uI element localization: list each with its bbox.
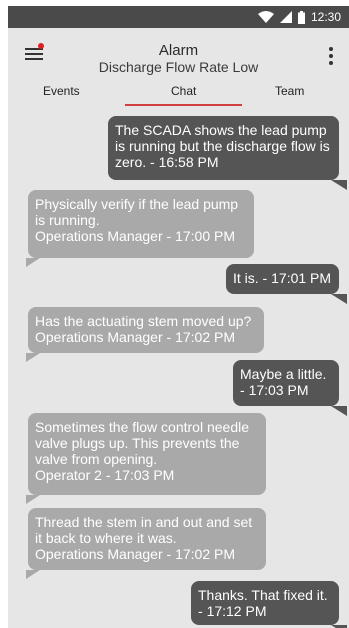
bubble-tail — [26, 258, 40, 267]
status-icons: 12:30 — [257, 9, 341, 25]
message-meta: Operations Manager - 17:02 PM — [35, 329, 236, 345]
message-text: Thread the stem in and out and set it ba… — [35, 514, 253, 546]
message-time: 17:03 PM — [114, 467, 175, 483]
battery-icon — [297, 10, 305, 24]
status-time: 12:30 — [310, 10, 341, 24]
message-text: Has the actuating stem moved up? — [35, 313, 252, 329]
tab-team[interactable]: Team — [275, 84, 304, 98]
message-bubble-incoming: Sometimes the flow control needle valve … — [26, 413, 266, 504]
tab-events[interactable]: Events — [43, 84, 80, 98]
bubble-tail — [331, 406, 347, 416]
message-bubble-outgoing: Maybe a little. - 17:03 PM — [233, 360, 347, 416]
message-text: Thanks. That fixed it. — [198, 587, 328, 603]
message-meta: - 17:12 PM — [198, 603, 267, 619]
message-bubble-outgoing: Thanks. That fixed it. - 17:12 PM — [191, 581, 347, 628]
page-subtitle: Discharge Flow Rate Low — [98, 59, 259, 75]
bubble-tail — [26, 570, 40, 579]
time-separator: - — [258, 270, 272, 286]
tab-bar: Events Chat Team — [8, 80, 349, 106]
message-sender: Operations Manager — [35, 329, 163, 345]
bubble-tail — [26, 353, 40, 362]
message-time: 16:58 PM — [158, 154, 219, 170]
message-time: 17:01 PM — [271, 270, 332, 286]
message-time: 17:02 PM — [175, 329, 236, 345]
message-meta: Operations Manager - 17:00 PM — [35, 228, 236, 244]
kebab-dot — [329, 47, 333, 51]
message-text: Sometimes the flow control needle valve … — [35, 419, 249, 467]
title-block: Alarm Discharge Flow Rate Low — [8, 42, 349, 75]
status-bar: 12:30 — [8, 6, 349, 28]
bubble-tail — [331, 180, 347, 190]
message-bubble-incoming: Has the actuating stem moved up? Operati… — [26, 307, 264, 362]
message-text: It is. — [233, 270, 259, 286]
message-text: Maybe a little. — [240, 366, 327, 382]
message-meta: - 17:03 PM — [240, 382, 309, 398]
more-options-icon[interactable] — [323, 46, 339, 68]
message-time: 17:12 PM — [206, 603, 267, 619]
message-bubble-outgoing: It is. - 17:01 PM — [226, 264, 347, 304]
kebab-dot — [329, 61, 333, 65]
wifi-icon — [257, 11, 274, 23]
message-sender: Operations Manager — [35, 546, 163, 562]
message-bubble-incoming: Thread the stem in and out and set it ba… — [26, 508, 266, 579]
message-time: 17:03 PM — [248, 382, 309, 398]
message-text: The SCADA shows the lead pump is running… — [115, 122, 330, 170]
message-meta: Operations Manager - 17:02 PM — [35, 546, 236, 562]
app-header: Alarm Discharge Flow Rate Low — [8, 28, 349, 80]
message-meta: Operator 2 - 17:03 PM — [35, 467, 175, 483]
signal-icon — [279, 11, 292, 23]
message-bubble-outgoing: The SCADA shows the lead pump is running… — [108, 116, 347, 190]
message-time: 17:00 PM — [175, 228, 236, 244]
bubble-tail — [26, 495, 40, 504]
phone-screen: 12:30 Alarm Discharge Flow Rate Low Even… — [8, 6, 349, 628]
message-text: Physically verify if the lead pump is ru… — [35, 196, 239, 228]
message-bubble-incoming: Physically verify if the lead pump is ru… — [26, 190, 254, 267]
page-title: Alarm — [158, 42, 199, 59]
time-separator: - — [150, 154, 159, 170]
message-time: 17:02 PM — [175, 546, 236, 562]
kebab-dot — [329, 54, 333, 58]
message-sender: Operations Manager — [35, 228, 163, 244]
bubble-tail — [331, 294, 347, 304]
tab-chat[interactable]: Chat — [171, 84, 196, 98]
active-tab-indicator — [125, 104, 242, 106]
message-sender: Operator 2 — [35, 467, 102, 483]
